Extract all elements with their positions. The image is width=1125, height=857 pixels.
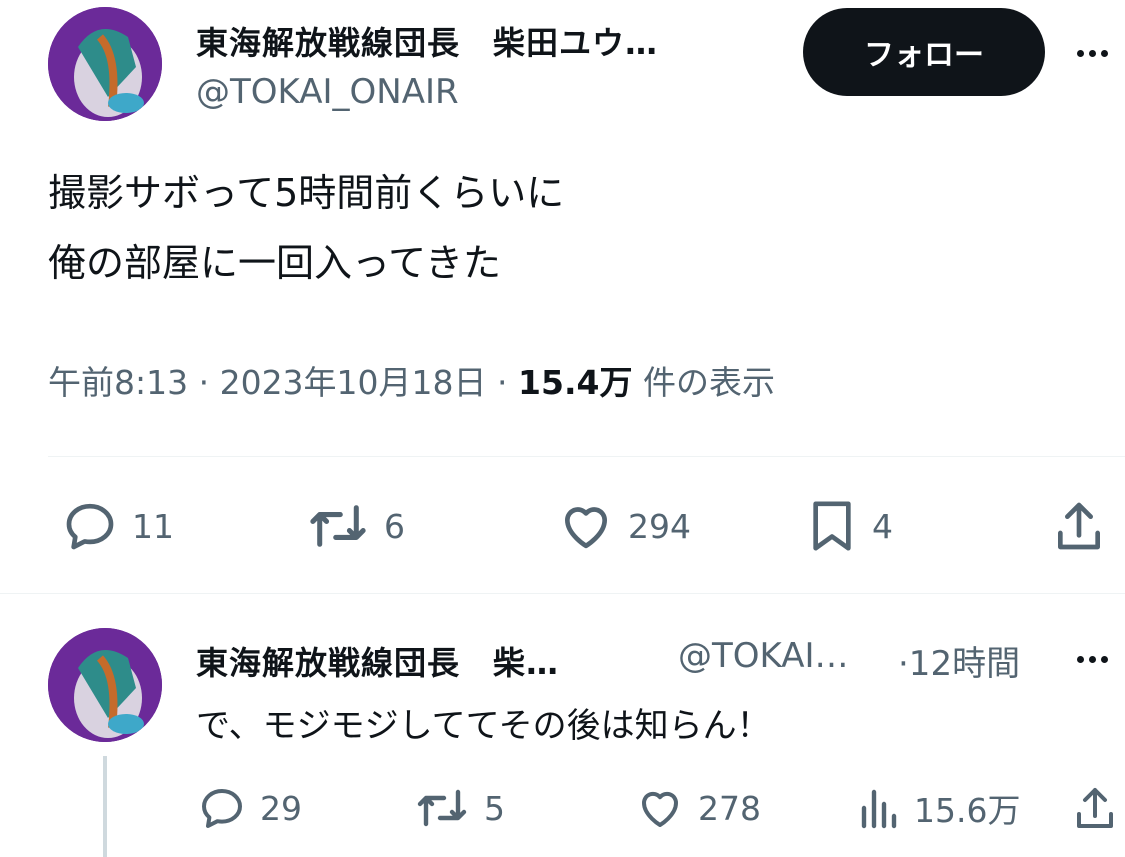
retweet-button[interactable]: 5: [414, 784, 505, 832]
more-icon[interactable]: [1077, 656, 1108, 663]
bookmark-button[interactable]: 4: [806, 498, 893, 554]
share-button[interactable]: [1073, 784, 1117, 832]
reply-author-name[interactable]: 東海解放戦線団長 柴…: [196, 638, 559, 684]
like-count: 294: [628, 506, 691, 546]
like-icon: [564, 507, 608, 549]
reply-author-handle[interactable]: @TOKAI…: [678, 636, 849, 676]
divider: [0, 593, 1125, 594]
reply-icon: [66, 503, 114, 550]
reply-count: 11: [132, 506, 174, 546]
share-icon: [1077, 788, 1113, 828]
share-button[interactable]: [1053, 498, 1105, 554]
reply-timestamp[interactable]: ·12時間: [898, 636, 1020, 685]
views-count: 15.6万: [914, 791, 1021, 830]
retweet-icon: [417, 789, 467, 827]
thread-line: [103, 756, 107, 857]
like-button[interactable]: 294: [558, 498, 691, 554]
reply-button[interactable]: 29: [198, 784, 302, 832]
author-handle[interactable]: @TOKAI_ONAIR: [196, 72, 459, 112]
bookmark-icon: [813, 501, 851, 551]
share-icon: [1058, 502, 1100, 550]
retweet-button[interactable]: 6: [306, 498, 405, 554]
retweet-count: 5: [484, 788, 505, 828]
tweet-text-line-1: 撮影サボって5時間前くらいに: [48, 171, 565, 215]
like-count: 278: [698, 788, 761, 828]
views-button[interactable]: 15.6万: [856, 784, 1020, 832]
author-avatar[interactable]: [48, 7, 162, 121]
more-icon[interactable]: [1077, 50, 1108, 57]
bookmark-count: 4: [872, 506, 893, 546]
views-icon: [861, 789, 897, 829]
views-count: 15.4万: [518, 363, 633, 402]
reply-icon: [202, 789, 242, 828]
views-label: 件の表示: [642, 363, 775, 402]
like-button[interactable]: 278: [636, 784, 761, 832]
retweet-icon: [310, 505, 366, 547]
retweet-count: 6: [384, 506, 405, 546]
reply-button[interactable]: 11: [62, 498, 174, 554]
author-name[interactable]: 東海解放戦線団長 柴田ユウ…: [196, 18, 658, 64]
reply-text: で、モジモジしててその後は知らん！: [196, 706, 771, 746]
divider: [48, 456, 1125, 457]
tweet-text-line-2: 俺の部屋に一回入ってきた: [48, 241, 501, 285]
like-icon: [641, 791, 679, 827]
reply-count: 29: [260, 788, 302, 828]
reply-author-avatar[interactable]: [48, 628, 162, 742]
tweet-timestamp[interactable]: 午前8:13 · 2023年10月18日 ·: [48, 363, 508, 402]
follow-button[interactable]: フォロー: [803, 8, 1045, 96]
tweet-meta: 午前8:13 · 2023年10月18日 · 15.4万 件の表示: [48, 356, 775, 404]
